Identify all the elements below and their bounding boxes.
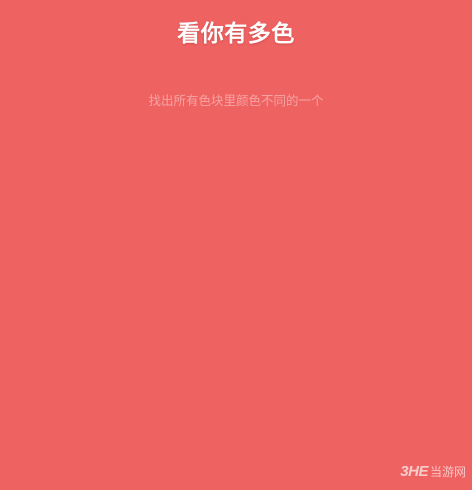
game-instructions: 找出所有色块里颜色不同的一个 bbox=[148, 93, 324, 108]
watermark-site-name: 当游网 bbox=[429, 465, 466, 479]
site-watermark: 3HE 当游网 bbox=[400, 463, 466, 480]
game-title: 看你有多色 bbox=[177, 21, 295, 47]
watermark-logo-icon: 3HE bbox=[400, 463, 428, 480]
